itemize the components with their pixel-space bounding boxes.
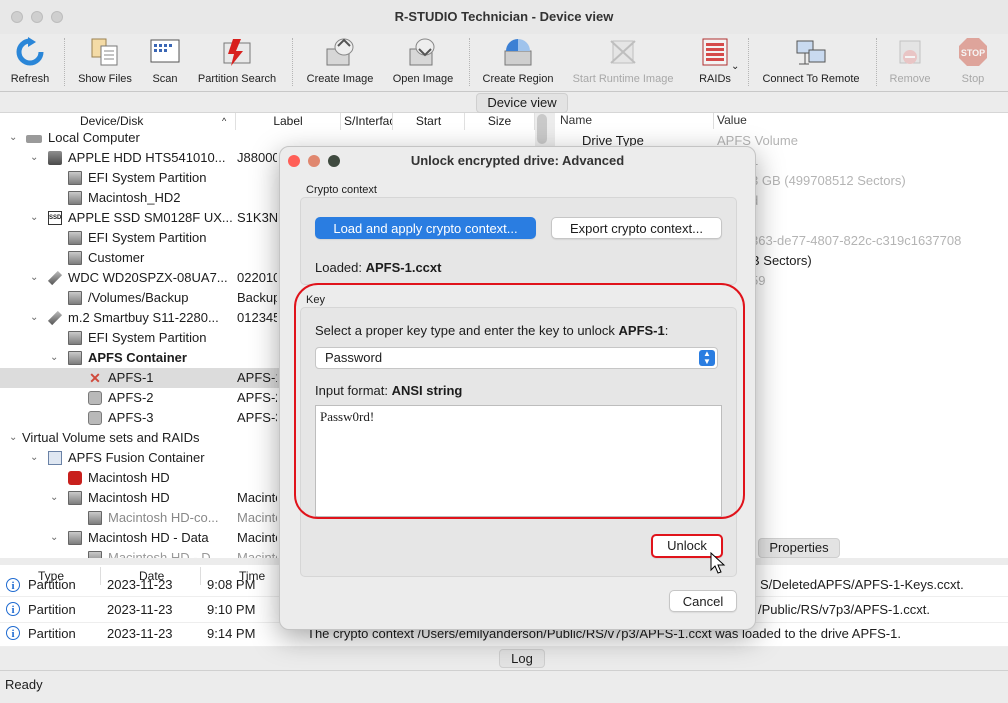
usb-drive-icon [47,310,63,326]
window-title: R-STUDIO Technician - Device view [394,9,614,24]
toolbar: Refresh Show Files Scan Partition Search… [0,34,1008,92]
create-image-icon [326,38,354,66]
mouse-cursor-icon [710,552,726,574]
create-region-button[interactable]: Create Region [479,34,557,90]
scan-button[interactable]: Scan [142,34,188,90]
stop-icon: STOP [959,38,987,66]
lock-icon [88,411,102,425]
property-value: 3 GB (499708512 Sectors) [751,173,906,188]
hdd-icon [48,151,62,165]
partition-search-icon [223,39,251,66]
open-image-icon [409,38,435,66]
lock-icon [88,391,102,405]
show-files-icon [91,38,118,66]
partition-icon [88,551,102,558]
partition-icon [68,491,82,505]
unlock-dialog: Unlock encrypted drive: Advanced Crypto … [279,146,756,630]
partition-icon [68,531,82,545]
ssd-icon: SSD [48,211,62,225]
partition-icon [68,291,82,305]
crypto-context-label: Crypto context [306,184,377,196]
status-bar: Ready [0,670,1008,703]
create-region-icon [504,39,532,66]
dialog-title: Unlock encrypted drive: Advanced [410,153,625,168]
tab-properties[interactable]: Properties [758,538,840,558]
broken-lock-icon: ✕ [89,370,101,386]
partition-icon [88,511,102,525]
tree-row[interactable]: ⌄ Local Computer [0,128,535,148]
properties-column-name: Name [560,113,593,127]
partition-icon [68,331,82,345]
open-image-button[interactable]: Open Image [389,34,457,90]
refresh-button[interactable]: Refresh [0,34,60,90]
info-icon: i [6,626,20,640]
partition-icon [68,171,82,185]
tree-scrollbar[interactable] [537,114,547,144]
remove-icon [899,40,921,64]
refresh-icon [16,37,44,66]
status-text: Ready [5,677,43,692]
info-icon: i [6,578,20,592]
start-runtime-image-button[interactable]: Start Runtime Image [570,34,676,90]
raids-icon [702,38,728,66]
properties-column-value: Value [717,113,747,127]
scan-icon [150,39,180,63]
info-icon: i [6,602,20,616]
computer-icon [26,135,42,143]
svg-text:STOP: STOP [961,48,985,58]
raids-button[interactable]: RAIDs [694,34,736,90]
partition-icon [68,231,82,245]
window-titlebar: R-STUDIO Technician - Device view [0,0,1008,34]
highlight-ring-key [294,283,745,519]
stop-button[interactable]: STOP Stop [950,34,996,90]
show-files-button[interactable]: Show Files [73,34,137,90]
partition-search-button[interactable]: Partition Search [193,34,281,90]
chevron-down-icon[interactable]: ⌄ [731,61,739,72]
export-crypto-context-button[interactable]: Export crypto context... [551,217,722,239]
cancel-button[interactable]: Cancel [669,590,737,612]
drive-error-icon [68,471,82,485]
remove-button[interactable]: Remove [886,34,934,90]
runtime-image-icon [610,40,636,64]
loaded-file-text: Loaded: APFS-1.ccxt [315,260,442,275]
partition-icon [68,251,82,265]
usb-drive-icon [47,270,63,286]
load-crypto-context-button[interactable]: Load and apply crypto context... [315,217,536,239]
container-icon [68,351,82,365]
connect-remote-icon [796,40,826,65]
property-value: 363-de77-4807-822c-c319c1637708 [751,233,962,248]
tab-device-view[interactable]: Device view [476,93,568,113]
connect-to-remote-button[interactable]: Connect To Remote [758,34,864,90]
property-value: B Sectors) [751,253,812,268]
create-image-button[interactable]: Create Image [303,34,377,90]
partition-icon [68,191,82,205]
raid-set-icon [48,451,62,465]
tab-log[interactable]: Log [499,649,545,668]
